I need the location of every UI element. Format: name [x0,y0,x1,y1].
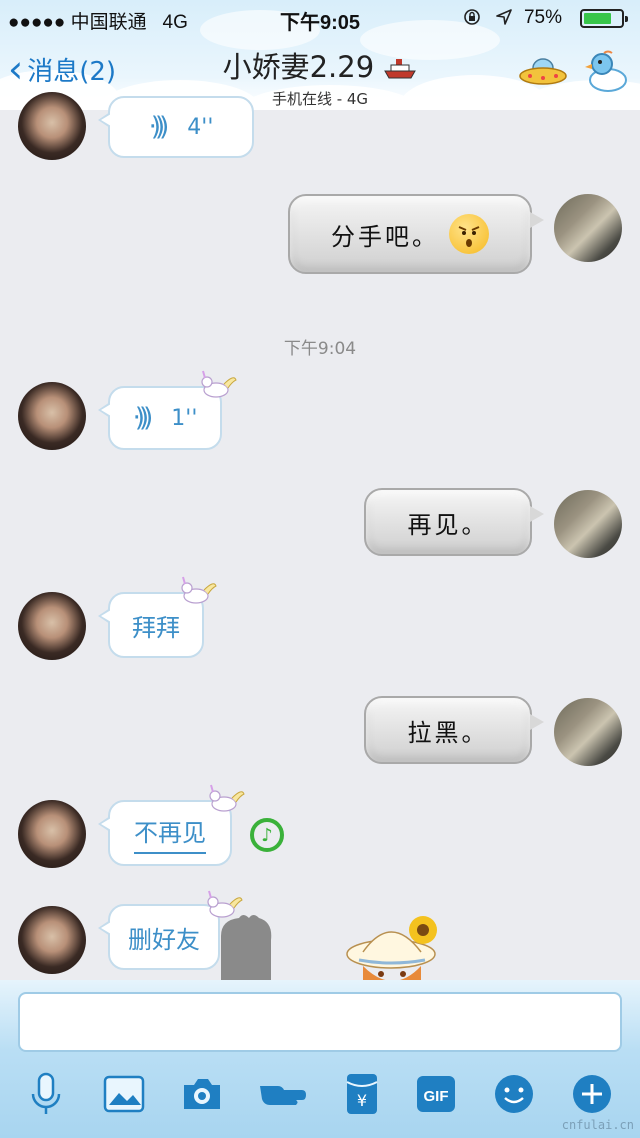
sent-message-bubble[interactable]: 再见。 [364,488,544,556]
voice-message: ·))) 4'' [149,112,214,142]
battery-fill [584,13,611,24]
gif-button[interactable]: GIF [414,1072,458,1116]
camera-icon [184,1079,220,1109]
contact-avatar[interactable] [18,800,86,868]
camera-button[interactable] [180,1072,224,1116]
contact-avatar[interactable] [18,592,86,660]
emoji-icon [495,1075,533,1113]
status-right: 75% [463,7,562,29]
microphone-button[interactable] [24,1072,68,1116]
battery-percent: 75% [523,7,562,28]
message-text: 拜拜 [132,613,180,642]
music-note-icon[interactable]: ♪ [250,818,284,852]
gif-icon: GIF [417,1076,455,1112]
red-packet-icon: ¥ [346,1074,378,1114]
message-text: 分手吧。 [331,222,439,251]
online-status: 手机在线 - 4G [271,90,369,108]
contact-avatar[interactable] [18,906,86,974]
angry-face-emoji-icon [449,214,489,254]
message-input[interactable] [18,992,622,1052]
my-avatar[interactable] [554,194,622,262]
watermark: cnfulai.cn [561,1118,634,1132]
my-avatar[interactable] [554,698,622,766]
voice-wave-icon: ·))) [148,112,170,142]
unicorn-bubble-decoration-icon [181,576,217,604]
input-panel: ¥ GIF [0,980,640,1138]
red-packet-button[interactable]: ¥ [340,1072,384,1116]
plus-icon [573,1075,611,1113]
microphone-icon [31,1072,61,1114]
message-text: 删好友 [128,925,200,954]
battery-icon [580,9,628,28]
poke-icon [260,1086,306,1105]
message-text: 再见。 [407,510,489,539]
poke-button[interactable] [258,1072,308,1116]
my-avatar[interactable] [554,490,622,558]
contact-avatar[interactable] [18,382,86,450]
emoji-button[interactable] [492,1072,536,1116]
duck-icon[interactable] [584,50,630,94]
image-icon [103,1075,145,1113]
message-text: 不再见 [134,813,206,854]
message-timestamp: 下午9:04 [283,339,357,359]
sent-message-bubble[interactable]: 拉黑。 [364,696,544,764]
voice-message: ·))) 1'' [133,403,198,433]
location-icon [495,9,512,25]
sunflower-girl-sticker-icon [346,916,437,984]
voice-duration: 4'' [187,114,214,140]
ufo-icon[interactable] [518,56,568,90]
status-bar: ●●●●● 中国联通 4G 下午9:05 75% [0,0,640,36]
voice-message-bubble[interactable]: ·))) 4'' [98,96,254,158]
unicorn-bubble-decoration-icon [201,370,237,398]
more-button[interactable] [570,1072,614,1116]
image-button[interactable] [102,1072,146,1116]
contact-avatar[interactable] [18,92,86,160]
ship-icon [384,59,417,79]
svg-text:¥: ¥ [357,1091,367,1110]
input-toolbar: ¥ GIF [0,1072,640,1122]
contact-name: 小娇妻2.29 [222,50,375,84]
sent-message-bubble[interactable]: 分手吧。 [288,194,544,274]
unicorn-bubble-decoration-icon [209,784,245,812]
rotation-lock-icon [464,9,481,25]
svg-text:GIF: GIF [424,1088,449,1105]
chat-header: ●●●●● 中国联通 4G 下午9:05 75% ‹ 消息(2) 小娇妻2.29 [0,0,640,110]
message-text: 拉黑。 [407,718,489,747]
voice-wave-icon: ·))) [132,403,154,433]
grey-creature-sticker-icon [221,915,272,980]
voice-duration: 1'' [171,405,198,431]
